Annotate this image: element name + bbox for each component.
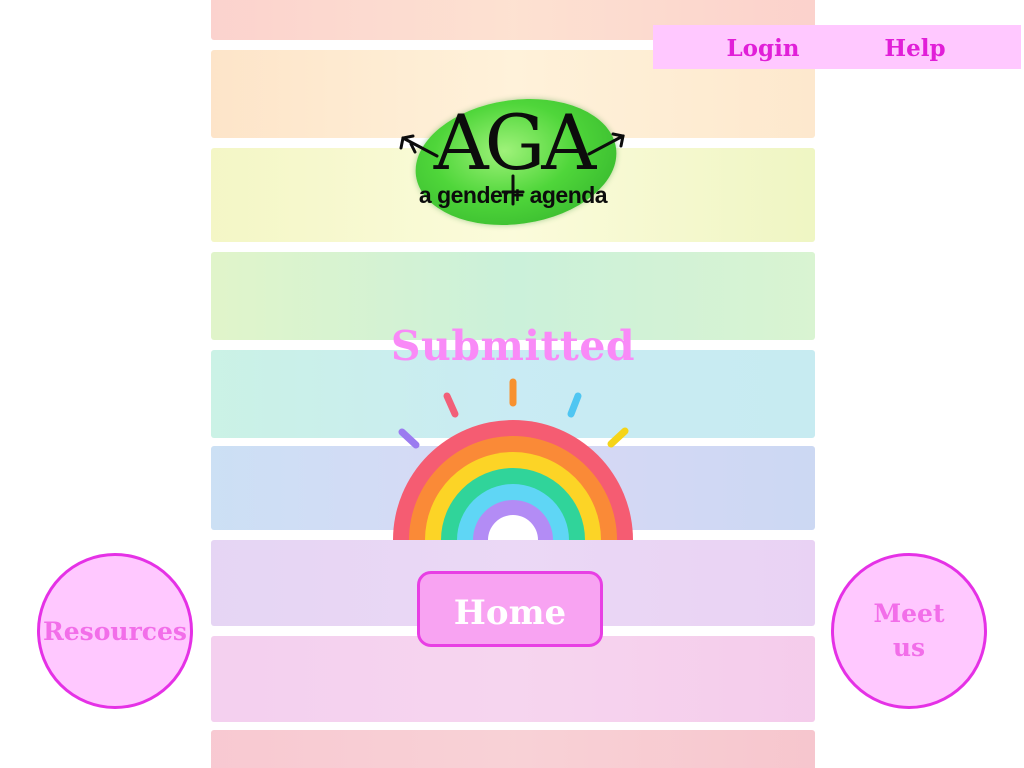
home-button[interactable]: Home (417, 571, 603, 647)
logo-tagline: a gender+ agenda (418, 182, 608, 208)
page: Login Help AGA a gender+ agenda Submitte… (0, 0, 1024, 768)
meet-us-button[interactable]: Meet us (831, 553, 987, 709)
stripe-rose (211, 730, 815, 768)
ray-yellow (607, 427, 629, 448)
page-title: Submitted (390, 322, 636, 370)
top-nav-bar: Login Help (653, 25, 1021, 69)
resources-label: Resources (43, 616, 187, 646)
resources-button[interactable]: Resources (37, 553, 193, 709)
aga-logo: AGA a gender+ agenda (397, 86, 629, 238)
ray-purple (398, 428, 420, 449)
login-link[interactable]: Login (723, 25, 803, 69)
logo-aga-text: AGA (433, 98, 596, 187)
rainbow-illustration (393, 378, 633, 540)
ray-blue (567, 392, 582, 418)
ray-red (443, 392, 459, 418)
help-link[interactable]: Help (879, 25, 951, 69)
meet-us-label: Meet us (873, 599, 945, 662)
